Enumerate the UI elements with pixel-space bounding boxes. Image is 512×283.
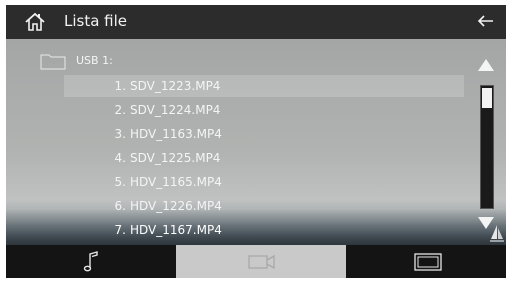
folder-icon: [40, 54, 66, 70]
file-number: 1.: [114, 79, 126, 93]
triangle-up-icon[interactable]: [478, 59, 494, 71]
page-title: Lista file: [64, 12, 128, 30]
file-number: 3.: [114, 127, 126, 141]
scroll-thumb[interactable]: [482, 88, 492, 108]
file-name: HDV_1167.MP4: [130, 223, 222, 237]
file-item[interactable]: 1. SDV_1223.MP4: [64, 75, 464, 97]
file-item[interactable]: 7. HDV_1167.MP4: [64, 219, 464, 241]
header-bar: Lista file: [6, 5, 506, 39]
scrollbar-track[interactable]: [480, 85, 494, 209]
file-item[interactable]: 5. HDV_1165.MP4: [64, 171, 464, 193]
file-number: 7.: [114, 223, 126, 237]
tab-music[interactable]: [6, 245, 176, 278]
photo-frame-icon: [414, 253, 442, 271]
file-name: SDV_1223.MP4: [130, 79, 221, 93]
file-name: SDV_1225.MP4: [130, 151, 221, 165]
file-name: SDV_1224.MP4: [130, 103, 221, 117]
tab-photo[interactable]: [346, 245, 506, 278]
music-note-icon: [83, 251, 98, 272]
file-number: 4.: [114, 151, 126, 165]
folder-label: USB 1:: [76, 54, 113, 67]
file-item[interactable]: 2. SDV_1224.MP4: [64, 99, 464, 121]
file-list-screen: Lista file USB 1: 1. SDV_1223.MP4 2. SDV_12…: [6, 5, 506, 278]
file-number: 5.: [114, 175, 126, 189]
file-name: HDV_1226.MP4: [130, 199, 222, 213]
tab-video[interactable]: [176, 245, 346, 278]
bottom-tab-bar: [6, 245, 506, 278]
file-item[interactable]: 6. HDV_1226.MP4: [64, 195, 464, 217]
file-number: 6.: [114, 199, 126, 213]
file-number: 2.: [114, 103, 126, 117]
back-arrow-icon[interactable]: [476, 11, 496, 31]
file-name: HDV_1163.MP4: [130, 127, 222, 141]
file-item[interactable]: 3. HDV_1163.MP4: [64, 123, 464, 145]
file-item[interactable]: 4. SDV_1225.MP4: [64, 147, 464, 169]
home-icon[interactable]: [24, 11, 46, 33]
sailboat-icon: [490, 225, 504, 242]
file-name: HDV_1165.MP4: [130, 175, 222, 189]
video-camera-icon: [248, 254, 275, 270]
file-list-area: USB 1: 1. SDV_1223.MP4 2. SDV_1224.MP4 3. HDV…: [6, 39, 506, 245]
